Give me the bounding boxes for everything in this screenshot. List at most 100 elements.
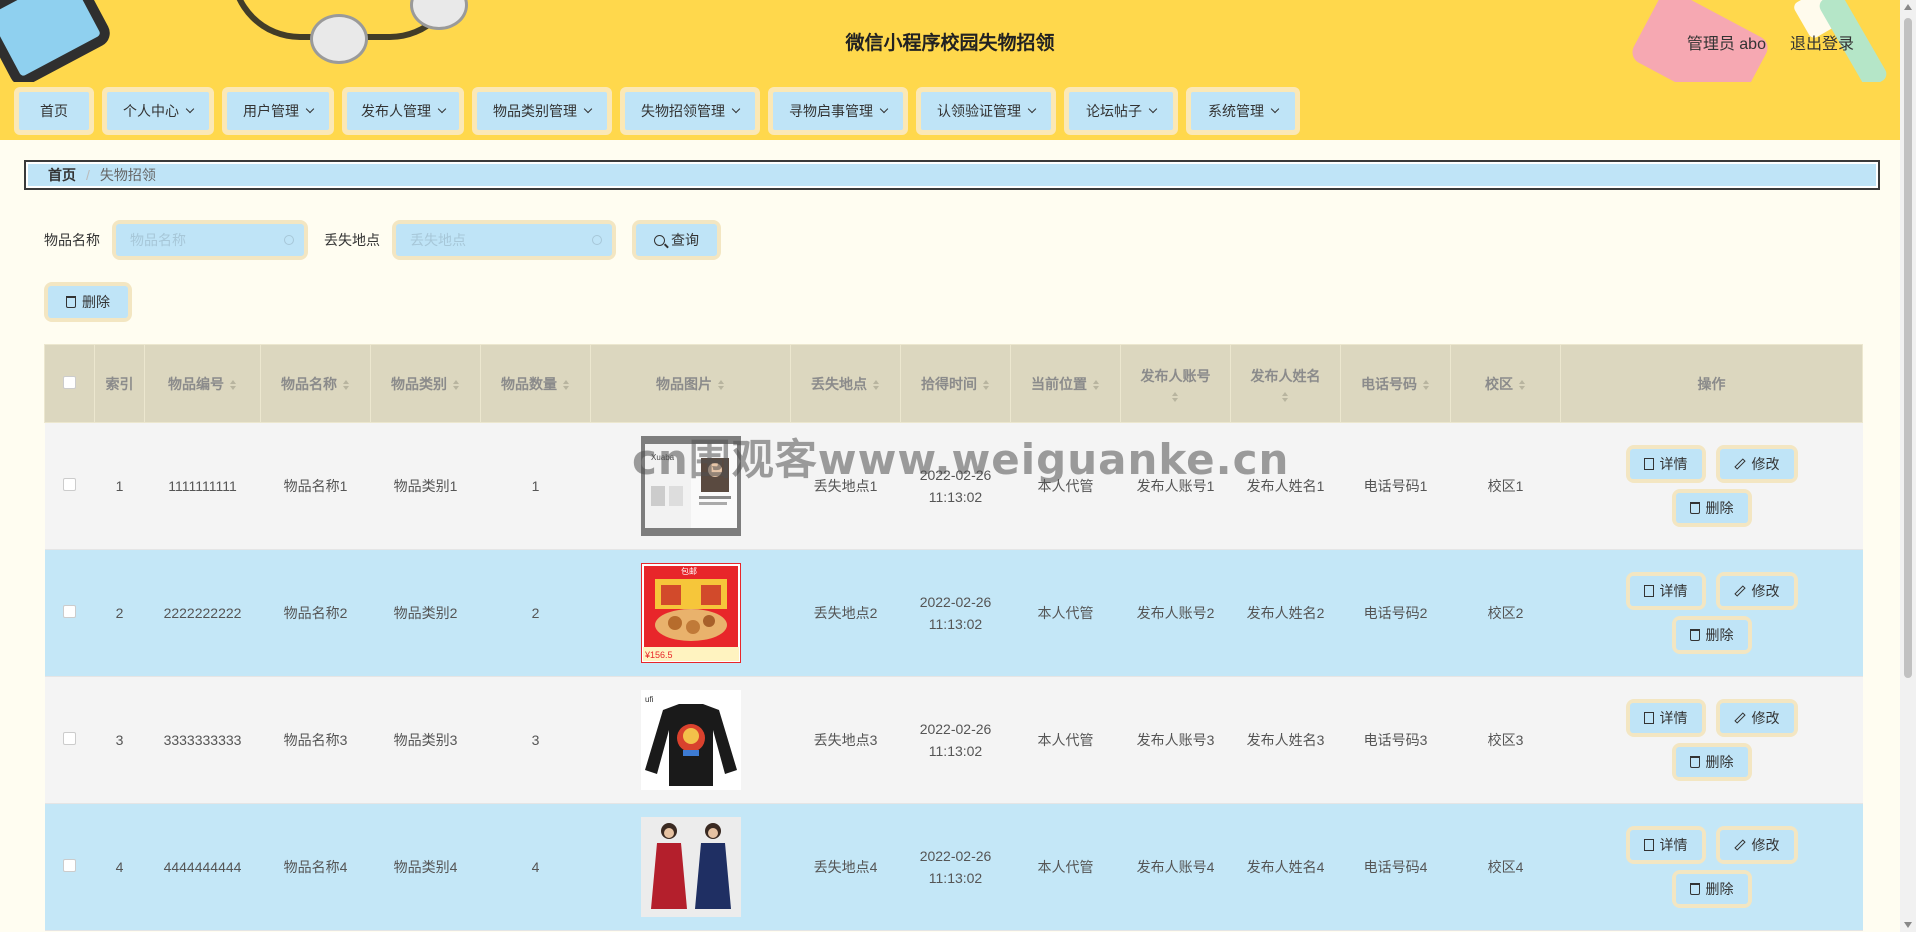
document-icon: [1643, 839, 1654, 851]
publisher-account-cell: 发布人账号1: [1120, 422, 1231, 550]
delete-button[interactable]: 删除: [1675, 493, 1748, 523]
detail-button[interactable]: 详情: [1629, 576, 1702, 606]
select-all-checkbox[interactable]: [63, 375, 76, 389]
found-date: 2022-02-26: [919, 594, 992, 610]
sort-icon[interactable]: [1423, 379, 1430, 390]
detail-button-frame: 详情: [1625, 445, 1706, 483]
delete-label: 删除: [1705, 627, 1734, 643]
column-header[interactable]: 物品类别: [370, 344, 481, 423]
nav-item-personal-center[interactable]: 个人中心: [102, 87, 214, 135]
nav-item-lost-found-management[interactable]: 失物招领管理: [620, 87, 760, 135]
nav-item-user-management[interactable]: 用户管理: [222, 87, 334, 135]
nav-label: 物品类别管理: [493, 103, 577, 119]
edit-button[interactable]: 修改: [1719, 576, 1794, 606]
nav-item-forum-posts[interactable]: 论坛帖子: [1064, 87, 1178, 135]
nav-item-home[interactable]: 首页: [14, 87, 94, 135]
detail-button[interactable]: 详情: [1629, 830, 1702, 860]
nav-item-publisher-management[interactable]: 发布人管理: [342, 87, 464, 135]
sort-icon[interactable]: [983, 379, 990, 390]
delete-button[interactable]: 删除: [1675, 874, 1748, 904]
item-name-cell: 物品名称1: [260, 422, 371, 550]
column-label: 当前位置: [1031, 375, 1087, 392]
column-header: 索引: [94, 344, 145, 423]
main-nav: 首页 个人中心 用户管理 发布人管理 物品类别管理 失物招领管理 寻物启事管理 …: [0, 82, 1900, 140]
row-checkbox[interactable]: [63, 478, 76, 491]
delete-button[interactable]: 删除: [1675, 747, 1748, 777]
trash-icon: [1689, 502, 1700, 514]
book-photo-thumbnail[interactable]: Xuaba: [640, 436, 741, 536]
column-header[interactable]: 发布人姓名: [1230, 344, 1341, 423]
scroll-up-arrow-icon[interactable]: [1904, 4, 1912, 10]
column-header[interactable]: 物品编号: [144, 344, 261, 423]
nav-item-category-management[interactable]: 物品类别管理: [472, 87, 612, 135]
column-header[interactable]: 校区: [1450, 344, 1561, 423]
chevron-down-icon: [1270, 104, 1280, 114]
index-cell: 4: [94, 803, 145, 931]
current-user-label[interactable]: 管理员 abo: [1687, 30, 1766, 54]
column-label: 物品类别: [391, 375, 447, 392]
detail-button[interactable]: 详情: [1629, 703, 1702, 733]
sort-icon[interactable]: [230, 379, 237, 390]
column-header[interactable]: 拾得时间: [900, 344, 1011, 423]
delete-button-frame: 删除: [1671, 743, 1752, 781]
edit-button[interactable]: 修改: [1719, 830, 1794, 860]
nav-item-lost-notice-management[interactable]: 寻物启事管理: [768, 87, 908, 135]
column-header[interactable]: 电话号码: [1340, 344, 1451, 423]
sort-icon[interactable]: [718, 379, 725, 390]
column-header[interactable]: 当前位置: [1010, 344, 1121, 423]
query-button[interactable]: 查询: [636, 224, 717, 256]
sort-icon[interactable]: [1519, 379, 1526, 390]
column-header[interactable]: 丢失地点: [790, 344, 901, 423]
sort-icon[interactable]: [1172, 391, 1179, 402]
snack-box-photo-thumbnail[interactable]: 包邮 ¥156.5: [640, 563, 741, 663]
column-label: 校区: [1485, 375, 1513, 392]
nav-item-claim-verification[interactable]: 认领验证管理: [916, 87, 1056, 135]
edit-button-frame: 修改: [1715, 572, 1798, 610]
black-sweater-photo-thumbnail[interactable]: ufi: [640, 690, 741, 790]
item-name-cell: 物品名称4: [260, 803, 371, 931]
sort-icon[interactable]: [873, 379, 880, 390]
dresses-photo-thumbnail[interactable]: [640, 817, 741, 917]
trash-icon: [1689, 883, 1700, 895]
sort-icon[interactable]: [343, 379, 350, 390]
sort-icon[interactable]: [1282, 391, 1289, 402]
delete-label: 删除: [1705, 881, 1734, 897]
sort-icon[interactable]: [1093, 379, 1100, 390]
lost-place-input[interactable]: [396, 224, 612, 256]
current-location-cell: 本人代管: [1010, 676, 1121, 804]
actions-cell: 详情 修改 删除: [1560, 422, 1863, 550]
edit-button[interactable]: 修改: [1719, 449, 1794, 479]
edit-button[interactable]: 修改: [1719, 703, 1794, 733]
row-checkbox[interactable]: [63, 605, 76, 618]
chevron-down-icon: [1148, 104, 1158, 114]
phone-cell: 电话号码3: [1340, 676, 1451, 804]
detail-button[interactable]: 详情: [1629, 449, 1702, 479]
column-header[interactable]: 物品数量: [480, 344, 591, 423]
item-name-label: 物品名称: [44, 232, 100, 248]
delete-button[interactable]: 删除: [1675, 620, 1748, 650]
sort-icon[interactable]: [563, 379, 570, 390]
lost-found-table: 索引 物品编号 物品名称 物品类别 物品数量 物品图片 丢失地点 拾得时间 当前…: [44, 344, 1863, 931]
lost-place-cell: 丢失地点3: [790, 676, 901, 804]
column-label: 丢失地点: [811, 375, 867, 392]
actions-cell: 详情 修改 删除: [1560, 549, 1863, 677]
item-image-cell: [590, 803, 791, 931]
logout-link[interactable]: 退出登录: [1790, 30, 1854, 54]
nav-item-system-management[interactable]: 系统管理: [1186, 87, 1300, 135]
item-code-cell: 1111111111: [144, 422, 261, 550]
breadcrumb-home[interactable]: 首页: [48, 165, 76, 185]
scroll-down-arrow-icon[interactable]: [1904, 922, 1912, 928]
vertical-scrollbar[interactable]: [1900, 0, 1916, 932]
found-date: 2022-02-26: [919, 848, 992, 864]
batch-delete-button[interactable]: 删除: [48, 286, 128, 318]
scrollbar-thumb[interactable]: [1904, 18, 1912, 678]
item-name-input[interactable]: [116, 224, 304, 256]
row-checkbox[interactable]: [63, 732, 76, 745]
sort-icon[interactable]: [453, 379, 460, 390]
column-header[interactable]: 物品名称: [260, 344, 371, 423]
column-header[interactable]: 物品图片: [590, 344, 791, 423]
row-checkbox[interactable]: [63, 859, 76, 872]
top-header: 微信小程序校园失物招领 管理员 abo 退出登录: [0, 0, 1900, 82]
column-header[interactable]: 发布人账号: [1120, 344, 1231, 423]
found-date: 2022-02-26: [919, 721, 992, 737]
